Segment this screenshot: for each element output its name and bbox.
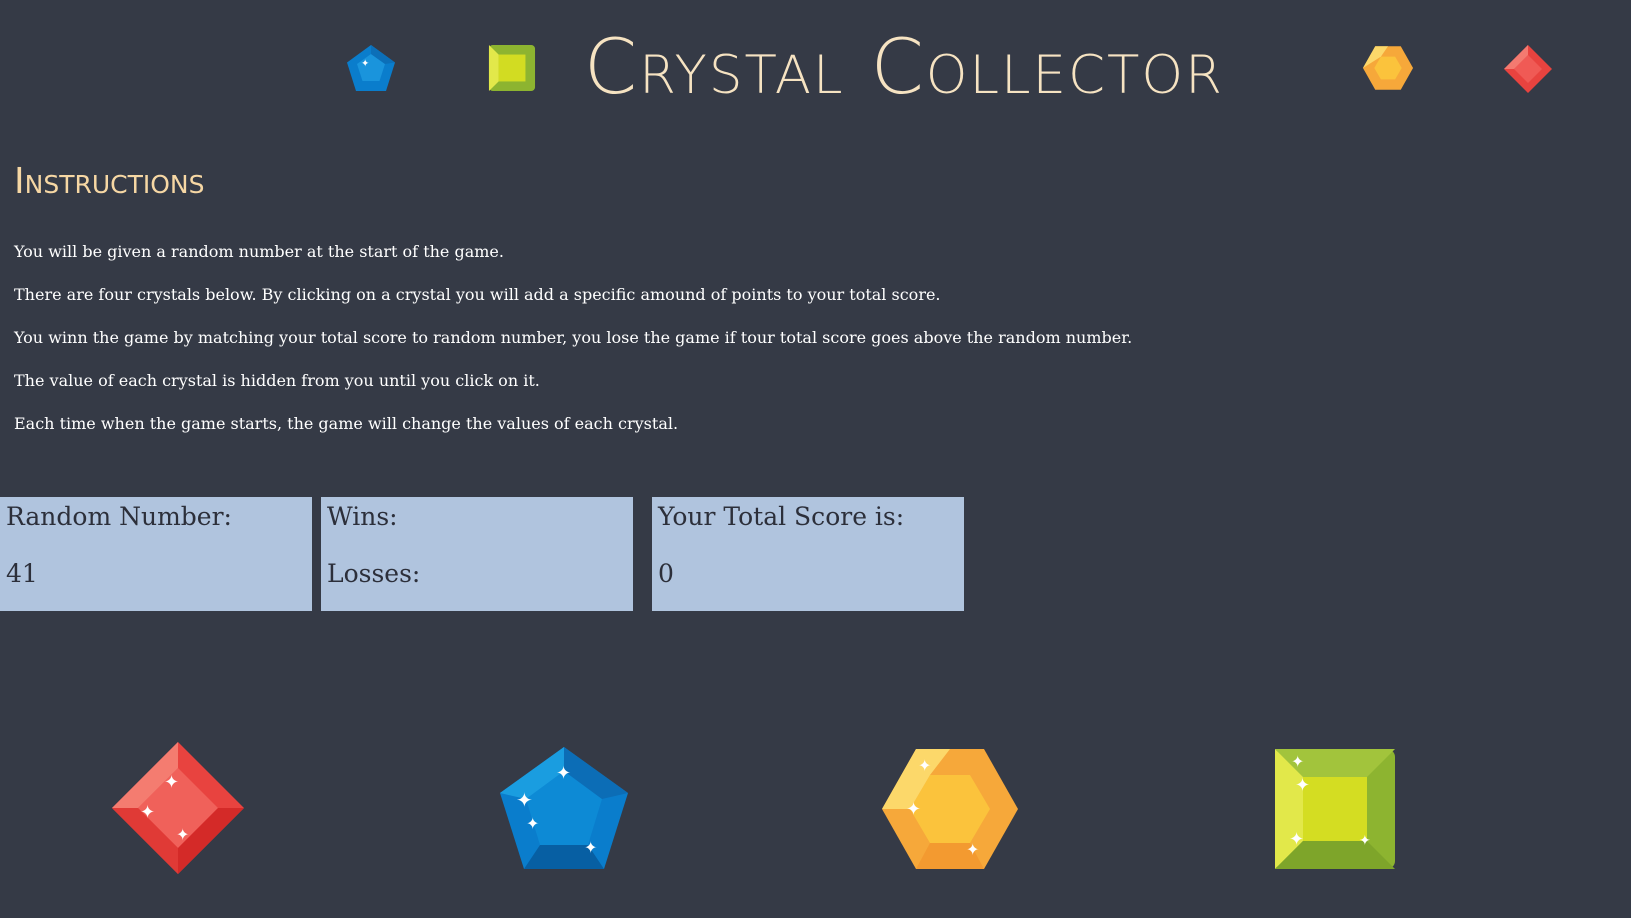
svg-text:✦: ✦: [361, 59, 369, 70]
instruction-line: There are four crystals below. By clicki…: [14, 285, 941, 304]
svg-text:✦: ✦: [526, 814, 539, 833]
svg-text:✦: ✦: [1289, 829, 1304, 850]
svg-text:✦: ✦: [1295, 775, 1310, 796]
green-gem-icon: [488, 44, 536, 92]
svg-text:✦: ✦: [1359, 833, 1371, 849]
wins-losses-panel: Wins: Losses:: [321, 497, 633, 611]
instruction-line: You winn the game by matching your total…: [14, 328, 1133, 347]
random-number-label: Random Number:: [6, 502, 232, 531]
random-number-value: 41: [6, 559, 38, 588]
blue-crystal-button[interactable]: ✦ ✦ ✦ ✦: [498, 745, 630, 871]
wins-label: Wins:: [327, 502, 398, 531]
instruction-line: The value of each crystal is hidden from…: [14, 371, 540, 390]
instructions-text: You will be given a random number at the…: [14, 242, 1132, 457]
svg-text:✦: ✦: [966, 840, 979, 859]
total-score-panel: Your Total Score is: 0: [652, 497, 964, 611]
page-title: Crystal Collector: [584, 22, 1224, 111]
yellow-crystal-button[interactable]: ✦ ✦ ✦: [880, 747, 1020, 871]
svg-text:✦: ✦: [164, 772, 179, 793]
svg-text:✦: ✦: [556, 763, 571, 784]
instruction-line: Each time when the game starts, the game…: [14, 414, 679, 433]
svg-text:✦: ✦: [1291, 752, 1304, 771]
random-number-panel: Random Number: 41: [0, 497, 312, 611]
svg-text:✦: ✦: [918, 756, 931, 775]
total-score-label: Your Total Score is:: [658, 502, 905, 531]
instruction-line: You will be given a random number at the…: [14, 242, 504, 261]
red-gem-icon: [1504, 45, 1552, 93]
red-crystal-button[interactable]: ✦ ✦ ✦: [110, 740, 246, 876]
svg-text:✦: ✦: [176, 825, 189, 844]
blue-gem-icon: ✦: [347, 45, 395, 91]
svg-text:✦: ✦: [516, 788, 533, 812]
svg-text:✦: ✦: [584, 838, 597, 857]
svg-text:✦: ✦: [140, 802, 155, 823]
yellow-gem-icon: [1362, 46, 1414, 90]
instructions-heading: Instructions: [14, 161, 205, 202]
total-score-value: 0: [658, 559, 674, 588]
svg-text:✦: ✦: [906, 799, 921, 820]
losses-label: Losses:: [327, 559, 421, 588]
green-crystal-button[interactable]: ✦ ✦ ✦ ✦: [1273, 747, 1397, 871]
